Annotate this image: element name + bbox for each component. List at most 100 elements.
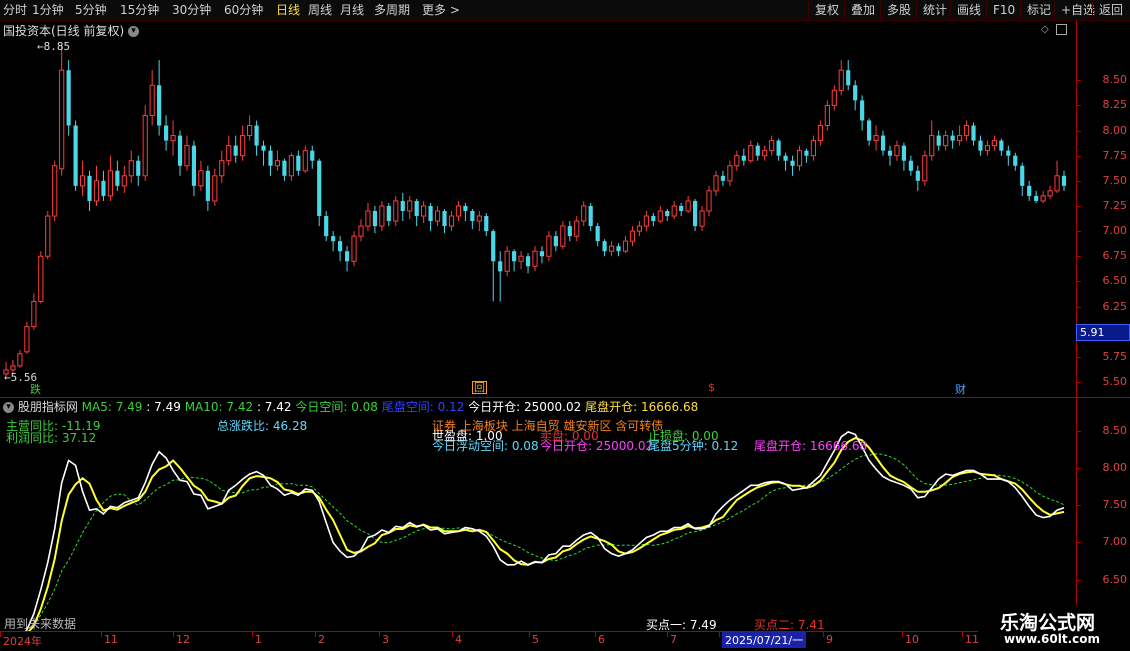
period-30min[interactable]: 30分钟 — [172, 2, 211, 18]
candle[interactable] — [518, 251, 524, 270]
period-multi[interactable]: 多周期 — [374, 2, 410, 18]
candle[interactable] — [442, 208, 447, 234]
candle[interactable] — [38, 251, 44, 304]
candle[interactable] — [121, 165, 127, 193]
event-marker-hui[interactable]: 回 — [472, 381, 487, 394]
candle[interactable] — [929, 120, 935, 161]
candle[interactable] — [512, 249, 517, 272]
candle[interactable] — [434, 205, 441, 227]
candle[interactable] — [873, 125, 879, 151]
candle[interactable] — [713, 170, 719, 196]
candle[interactable] — [170, 120, 176, 156]
candle[interactable] — [128, 150, 134, 183]
candle[interactable] — [1034, 190, 1039, 203]
candle[interactable] — [838, 60, 844, 96]
candle[interactable] — [393, 195, 399, 227]
draw-line-button[interactable]: 画线 — [950, 1, 987, 19]
candle[interactable] — [45, 211, 51, 260]
candle[interactable] — [274, 150, 281, 171]
candle[interactable] — [762, 145, 768, 161]
candle[interactable] — [560, 221, 566, 250]
candle[interactable] — [824, 100, 830, 131]
candle[interactable] — [184, 135, 190, 171]
candle[interactable] — [149, 70, 155, 126]
candle[interactable] — [616, 243, 621, 257]
candle[interactable] — [198, 160, 204, 191]
candle[interactable] — [233, 135, 238, 163]
candle[interactable] — [448, 211, 455, 232]
candle[interactable] — [991, 135, 997, 151]
event-marker-dollar[interactable]: $ — [708, 381, 715, 394]
back-button[interactable]: 返回 — [1092, 1, 1129, 19]
candle[interactable] — [338, 236, 343, 262]
candle[interactable] — [943, 130, 949, 151]
candle[interactable] — [657, 205, 663, 224]
candlestick-chart[interactable] — [0, 21, 1076, 397]
candle[interactable] — [400, 192, 405, 222]
candle[interactable] — [470, 208, 475, 230]
candle[interactable] — [386, 202, 391, 227]
candle[interactable] — [574, 216, 580, 242]
candle[interactable] — [66, 60, 71, 136]
candle[interactable] — [288, 152, 294, 181]
candle[interactable] — [455, 200, 462, 222]
candle[interactable] — [164, 115, 169, 151]
candle[interactable] — [421, 200, 427, 224]
candle[interactable] — [915, 165, 920, 191]
candle[interactable] — [1061, 170, 1067, 191]
candle[interactable] — [581, 200, 587, 227]
candle[interactable] — [302, 145, 308, 173]
period-15min[interactable]: 15分钟 — [120, 2, 159, 18]
candle[interactable] — [901, 142, 906, 171]
candle[interactable] — [282, 158, 287, 181]
candle[interactable] — [769, 135, 775, 156]
candle[interactable] — [706, 185, 712, 217]
candle[interactable] — [567, 221, 572, 242]
period-5min[interactable]: 5分钟 — [75, 2, 107, 18]
candle[interactable] — [978, 135, 983, 156]
period-1min[interactable]: 1分钟 — [32, 2, 64, 18]
candle[interactable] — [957, 125, 963, 146]
candle[interactable] — [17, 349, 23, 368]
candle[interactable] — [734, 150, 740, 171]
event-marker-die[interactable]: 跌 — [30, 381, 41, 397]
candle[interactable] — [491, 229, 496, 302]
candle[interactable] — [629, 226, 636, 247]
candle[interactable] — [776, 138, 781, 161]
candle[interactable] — [379, 200, 385, 232]
candle[interactable] — [1020, 162, 1025, 196]
candle[interactable] — [484, 213, 489, 237]
period-monthly[interactable]: 月线 — [340, 2, 364, 18]
candle[interactable] — [142, 105, 148, 181]
candle[interactable] — [157, 60, 162, 136]
candle[interactable] — [867, 118, 872, 146]
candle[interactable] — [240, 125, 246, 161]
candle[interactable] — [463, 202, 468, 222]
candle[interactable] — [546, 231, 552, 262]
candle[interactable] — [643, 211, 649, 232]
candle[interactable] — [679, 202, 684, 217]
candle[interactable] — [693, 198, 698, 232]
candle[interactable] — [636, 221, 642, 237]
candle[interactable] — [1054, 160, 1060, 193]
candle[interactable] — [804, 148, 809, 163]
candle[interactable] — [414, 198, 419, 227]
candle[interactable] — [783, 152, 788, 171]
candle[interactable] — [831, 85, 837, 111]
candle[interactable] — [428, 202, 433, 232]
candle[interactable] — [191, 140, 197, 196]
candle[interactable] — [608, 241, 615, 257]
candle[interactable] — [817, 120, 823, 146]
multi-stock-button[interactable]: 多股 — [880, 1, 917, 19]
candle[interactable] — [699, 205, 705, 232]
candle[interactable] — [755, 142, 760, 161]
candle[interactable] — [296, 150, 301, 176]
candle[interactable] — [407, 195, 413, 220]
candle[interactable] — [177, 130, 183, 176]
candle[interactable] — [93, 165, 100, 206]
candle[interactable] — [984, 140, 991, 156]
overlay-button[interactable]: 叠加 — [844, 1, 881, 19]
period-60min[interactable]: 60分钟 — [224, 2, 263, 18]
candle[interactable] — [79, 160, 86, 196]
candle[interactable] — [254, 120, 259, 156]
